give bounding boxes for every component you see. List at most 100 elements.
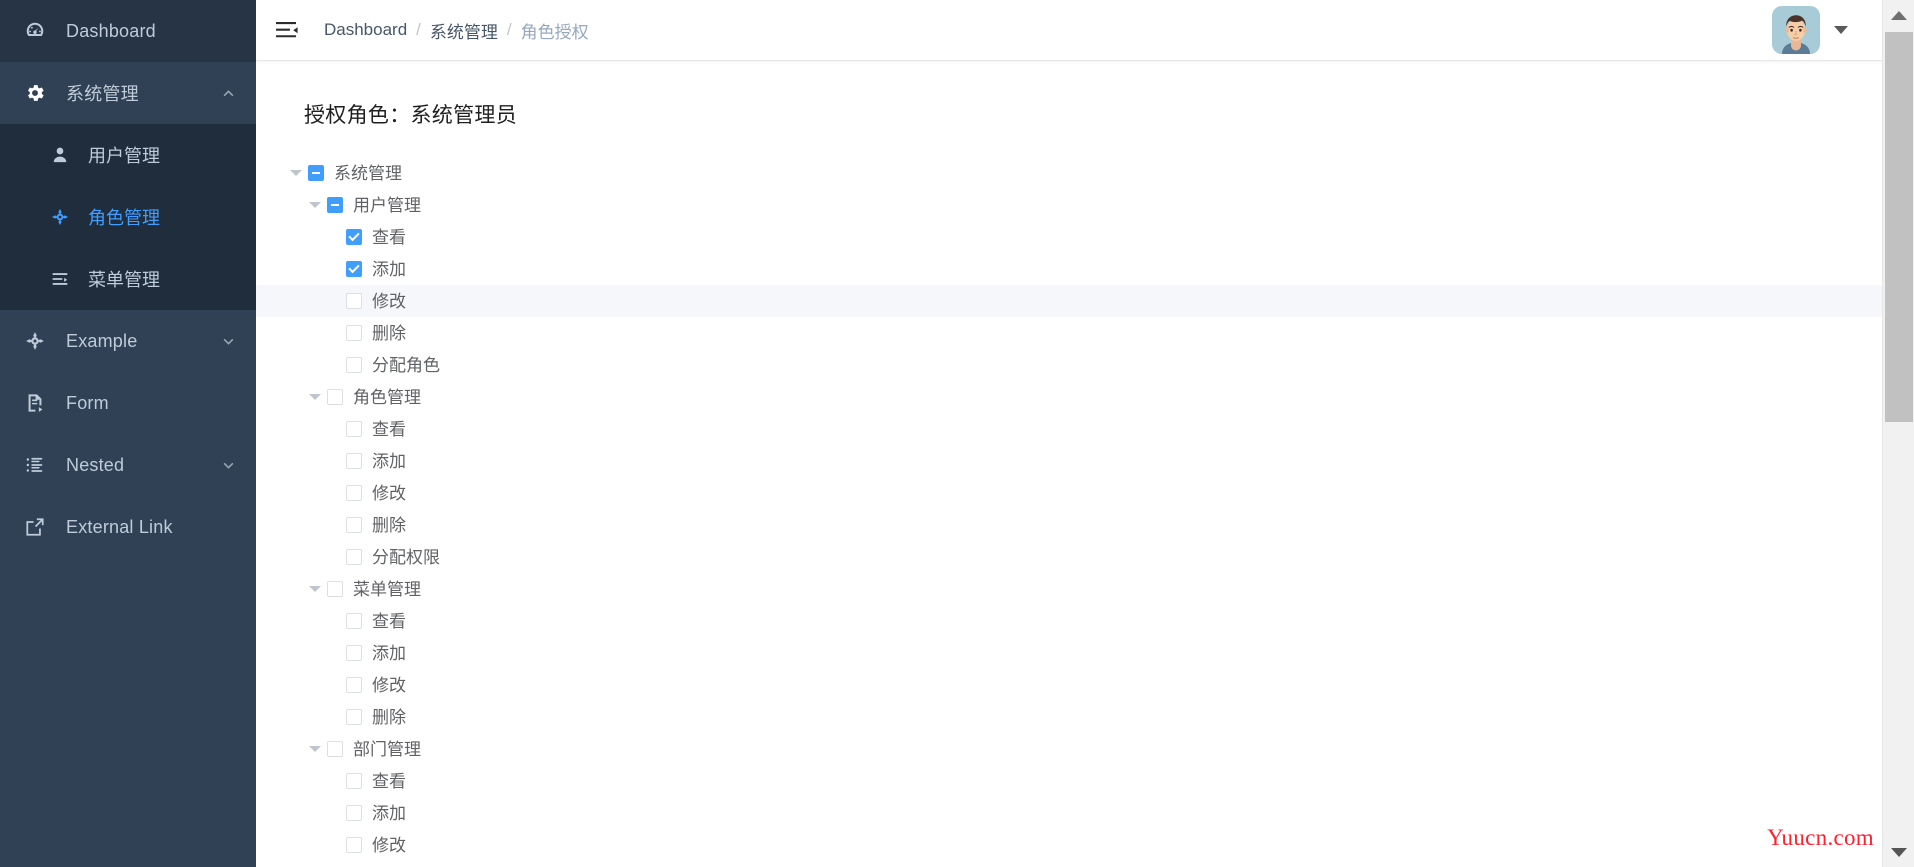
tree-node[interactable]: 删除 [256, 701, 1914, 733]
tree-expand-arrow-icon[interactable] [303, 737, 327, 761]
tree-node[interactable]: 分配权限 [256, 541, 1914, 573]
sidebar-submenu-system-management: 用户管理 角色管理 菜单管理 [0, 124, 256, 310]
tree-node-label: 修改 [372, 483, 406, 503]
tree-node[interactable]: 角色管理 [256, 381, 1914, 413]
sidebar-item-user-management[interactable]: 用户管理 [0, 124, 256, 186]
tree-node-label: 查看 [372, 419, 406, 439]
sidebar-group-system-management[interactable]: 系统管理 [0, 62, 256, 124]
tree-checkbox[interactable] [346, 325, 362, 341]
tree-expand-arrow-icon[interactable] [303, 385, 327, 409]
sidebar-item-role-management[interactable]: 角色管理 [0, 186, 256, 248]
sidebar-group-example[interactable]: Example [0, 310, 256, 372]
tree-arrow-spacer [322, 641, 346, 665]
tree-checkbox[interactable] [346, 709, 362, 725]
tree-node[interactable]: 修改 [256, 669, 1914, 701]
breadcrumb-item-dashboard[interactable]: Dashboard [324, 20, 407, 40]
form-icon [22, 390, 48, 416]
tree-node[interactable]: 修改 [256, 285, 1914, 317]
tree-checkbox[interactable] [327, 197, 343, 213]
gear-icon [22, 80, 48, 106]
tree-checkbox[interactable] [346, 677, 362, 693]
menu-list-icon [48, 267, 72, 291]
sidebar-item-dashboard[interactable]: Dashboard [0, 0, 256, 62]
tree-checkbox[interactable] [308, 165, 324, 181]
caret-down-icon[interactable] [1834, 26, 1848, 34]
page-scrollbar[interactable] [1882, 0, 1914, 867]
tree-node[interactable]: 添加 [256, 637, 1914, 669]
tree-checkbox[interactable] [327, 389, 343, 405]
tree-arrow-spacer [322, 801, 346, 825]
tree-checkbox[interactable] [346, 613, 362, 629]
tree-node[interactable]: 删除 [256, 509, 1914, 541]
tree-expand-arrow-icon[interactable] [284, 161, 308, 185]
tree-checkbox[interactable] [346, 645, 362, 661]
scroll-up-arrow[interactable] [1883, 0, 1914, 30]
tree-node-label: 菜单管理 [353, 579, 421, 599]
sidebar-group-nested[interactable]: Nested [0, 434, 256, 496]
sidebar: Dashboard 系统管理 用户管理 角色管理 菜单管理 Example Fo… [0, 0, 256, 867]
tree-node[interactable]: 分配角色 [256, 349, 1914, 381]
tree-checkbox[interactable] [346, 293, 362, 309]
sidebar-item-menu-management[interactable]: 菜单管理 [0, 248, 256, 310]
sidebar-item-label: Form [66, 392, 109, 413]
role-icon [48, 205, 72, 229]
tree-node[interactable]: 删除 [256, 317, 1914, 349]
breadcrumb-item-role-authorization: 角色授权 [520, 22, 589, 42]
tree-expand-arrow-icon[interactable] [303, 577, 327, 601]
tree-arrow-spacer [322, 705, 346, 729]
tree-checkbox[interactable] [346, 421, 362, 437]
chevron-down-icon [220, 333, 236, 349]
sidebar-item-form[interactable]: Form [0, 372, 256, 434]
tree-checkbox[interactable] [346, 773, 362, 789]
tree-checkbox[interactable] [346, 357, 362, 373]
tree-node[interactable]: 修改 [256, 477, 1914, 509]
sidebar-group-label: 系统管理 [66, 84, 139, 104]
sidebar-item-external-link[interactable]: External Link [0, 496, 256, 558]
tree-node[interactable]: 系统管理 [256, 157, 1914, 189]
tree-node-label: 系统管理 [334, 163, 402, 183]
tree-checkbox[interactable] [346, 453, 362, 469]
tree-node[interactable]: 修改 [256, 829, 1914, 861]
tree-node[interactable]: 查看 [256, 413, 1914, 445]
tree-node[interactable]: 查看 [256, 765, 1914, 797]
tree-node[interactable]: 添加 [256, 253, 1914, 285]
content-area: 授权角色：系统管理员 系统管理 用户管理 查看 添加 修改 删除 分配角色 角色管理 查看 添加修… [256, 61, 1914, 867]
sidebar-group-label: Example [66, 330, 138, 351]
chevron-up-icon [220, 85, 236, 101]
tree-node-label: 删除 [372, 323, 406, 343]
breadcrumb-item-system-management[interactable]: 系统管理 [430, 18, 498, 43]
tree-node-label: 添加 [372, 643, 406, 663]
tree-node[interactable]: 部门管理 [256, 733, 1914, 765]
tree-node[interactable]: 用户管理 [256, 189, 1914, 221]
sidebar-subitem-label: 角色管理 [88, 208, 160, 228]
tree-checkbox[interactable] [346, 549, 362, 565]
tree-node[interactable]: 查看 [256, 221, 1914, 253]
tree-checkbox[interactable] [346, 805, 362, 821]
component-icon [22, 328, 48, 354]
tree-checkbox[interactable] [346, 229, 362, 245]
tree-checkbox[interactable] [346, 517, 362, 533]
tree-node-label: 分配权限 [372, 547, 440, 567]
tree-node[interactable]: 添加 [256, 797, 1914, 829]
tree-checkbox[interactable] [346, 485, 362, 501]
tree-arrow-spacer [322, 225, 346, 249]
tree-node-label: 修改 [372, 835, 406, 855]
tree-expand-arrow-icon[interactable] [303, 193, 327, 217]
tree-node-label: 修改 [372, 675, 406, 695]
permission-tree: 系统管理 用户管理 查看 添加 修改 删除 分配角色 角色管理 查看 添加 修改 删除 分配权限 菜单管理… [256, 157, 1914, 861]
sidebar-item-label: Dashboard [66, 20, 156, 41]
hamburger-icon[interactable] [270, 13, 304, 47]
breadcrumb: Dashboard / 系统管理 / 角色授权 [324, 18, 589, 43]
scrollbar-thumb[interactable] [1885, 32, 1913, 422]
tree-checkbox[interactable] [346, 837, 362, 853]
tree-node[interactable]: 菜单管理 [256, 573, 1914, 605]
tree-node[interactable]: 添加 [256, 445, 1914, 477]
main-container: Dashboard / 系统管理 / 角色授权 授权角色：系统管理员 系统管理 … [256, 0, 1914, 867]
sidebar-item-label: External Link [66, 516, 173, 537]
tree-node[interactable]: 查看 [256, 605, 1914, 637]
tree-checkbox[interactable] [346, 261, 362, 277]
tree-checkbox[interactable] [327, 741, 343, 757]
user-menu[interactable] [1772, 0, 1848, 60]
tree-checkbox[interactable] [327, 581, 343, 597]
scroll-down-arrow[interactable] [1883, 837, 1914, 867]
